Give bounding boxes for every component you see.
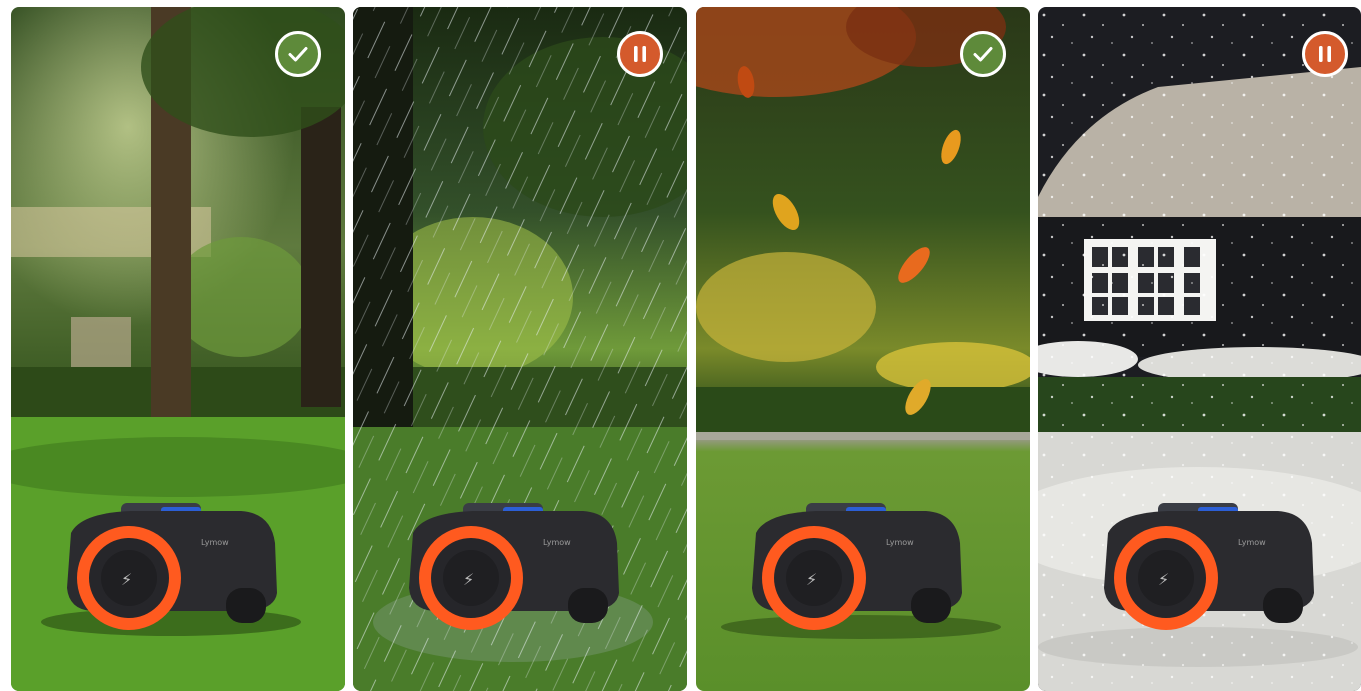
panel-sunny: ⚡ Lymow — [11, 7, 345, 691]
panel-autumn: ⚡ Lymow — [696, 7, 1030, 691]
svg-text:Lymow: Lymow — [201, 538, 229, 547]
status-badge-mowing — [275, 31, 321, 77]
check-icon — [288, 47, 308, 62]
svg-text:⚡: ⚡ — [1158, 570, 1169, 589]
pause-icon — [1319, 46, 1331, 62]
svg-text:⚡: ⚡ — [806, 570, 817, 589]
svg-text:Lymow: Lymow — [1238, 538, 1266, 547]
pause-icon — [634, 46, 646, 62]
status-badge-mowing — [960, 31, 1006, 77]
svg-text:Lymow: Lymow — [543, 538, 571, 547]
robot-mower: ⚡ Lymow — [736, 493, 972, 633]
svg-text:Lymow: Lymow — [886, 538, 914, 547]
robot-mower: ⚡ Lymow — [1088, 493, 1324, 633]
robot-mower: ⚡ Lymow — [393, 493, 629, 633]
svg-text:⚡: ⚡ — [121, 570, 132, 589]
svg-text:⚡: ⚡ — [463, 570, 474, 589]
weather-gallery: ⚡ Lymow ⚡ Lymow ⚡ Lymow ⚡ Lymow — [0, 0, 1361, 691]
status-badge-paused — [1302, 31, 1348, 77]
panel-rain: ⚡ Lymow — [353, 7, 687, 691]
check-icon — [973, 47, 993, 62]
robot-mower: ⚡ Lymow — [51, 493, 287, 633]
status-badge-paused — [617, 31, 663, 77]
panel-snow: ⚡ Lymow — [1038, 7, 1361, 691]
